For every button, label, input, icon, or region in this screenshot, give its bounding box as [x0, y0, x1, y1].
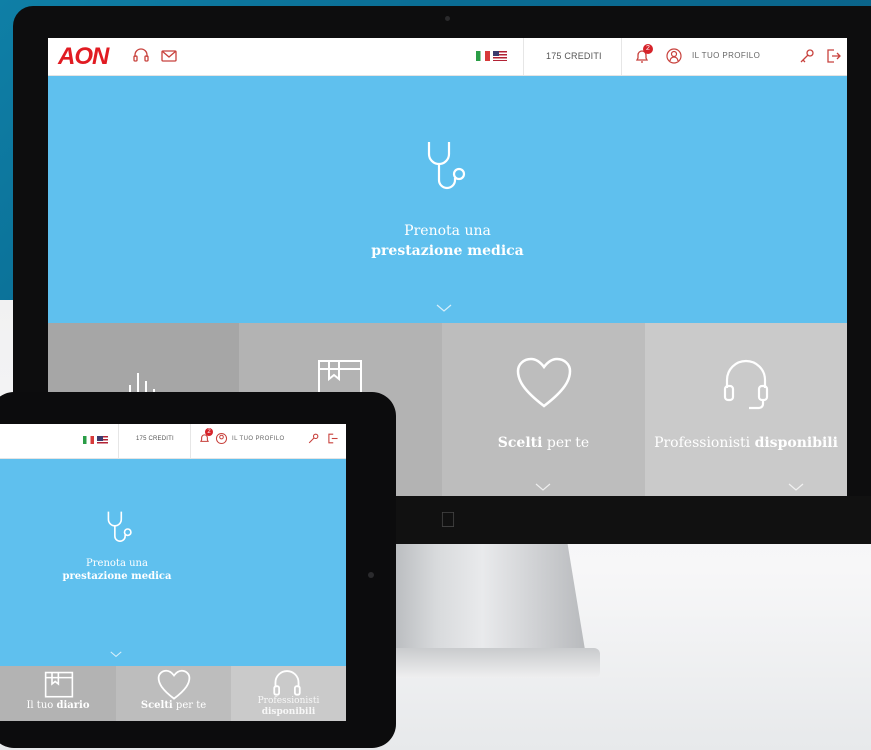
diary-icon — [44, 671, 74, 698]
mail-icon[interactable] — [160, 47, 178, 65]
chevron-down-icon[interactable] — [788, 483, 804, 492]
ipad-camera — [368, 572, 374, 578]
logout-icon[interactable] — [326, 432, 339, 445]
profile-link[interactable]: IL TUO PROFILO — [232, 436, 285, 442]
book-medical-service-banner[interactable]: Prenota una prestazione medica — [0, 459, 346, 666]
profile-link[interactable]: IL TUO PROFILO — [692, 51, 760, 60]
tablet-app-screen: 175 CREDITI 2 IL TUO PROFILO Prenota una… — [0, 424, 346, 721]
tile-label-chosen: Scelti per te — [140, 700, 207, 711]
user-icon[interactable] — [665, 47, 683, 65]
language-selector[interactable] — [476, 51, 510, 69]
flag-italy-icon[interactable] — [476, 51, 490, 61]
header-divider — [118, 424, 119, 458]
desktop-header: AON 175 CREDITI 2 IL TUO PROFILO — [48, 38, 847, 76]
tablet-header: 175 CREDITI 2 IL TUO PROFILO — [0, 424, 346, 459]
key-icon[interactable] — [307, 432, 320, 445]
flag-us-icon[interactable] — [493, 51, 507, 61]
hero-line-2: prestazione medica — [371, 243, 524, 259]
chevron-down-icon[interactable] — [535, 483, 551, 492]
tile-available-professionals[interactable]: Professionisti disponibili — [231, 666, 346, 721]
chevron-down-icon[interactable] — [110, 651, 122, 658]
notification-badge: 2 — [205, 428, 213, 436]
apple-logo-icon:  — [433, 505, 463, 535]
book-medical-service-banner[interactable]: Prenota una prestazione medica — [48, 76, 847, 323]
credits-label[interactable]: 175 CREDITI — [136, 436, 174, 442]
headset-icon — [723, 359, 769, 410]
credits-label[interactable]: 175 CREDITI — [546, 51, 602, 61]
imac-camera — [445, 16, 450, 21]
stethoscope-icon — [107, 511, 132, 542]
tile-available-professionals[interactable]: Professionisti disponibili — [645, 323, 847, 496]
heart-icon — [516, 357, 572, 408]
user-icon[interactable] — [215, 432, 228, 445]
tile-label-professionals: Professionisti disponibili — [257, 696, 320, 717]
tile-chosen-for-you[interactable]: Scelti per te — [116, 666, 231, 721]
hero-line-1: Prenota una — [86, 558, 148, 569]
hero-line-1: Prenota una — [404, 223, 491, 239]
aon-logo[interactable]: AON — [58, 43, 109, 71]
tile-label-diary: Il tuo diario — [26, 700, 90, 711]
tile-label-professionals: Professionisti disponibili — [654, 435, 838, 451]
tile-diary[interactable]: Il tuo diario — [0, 666, 116, 721]
stethoscope-icon — [427, 142, 466, 190]
headset-icon[interactable] — [132, 47, 150, 65]
hero-line-2: prestazione medica — [62, 571, 172, 582]
chevron-down-icon[interactable] — [436, 304, 452, 313]
language-selector[interactable] — [83, 436, 111, 454]
heart-icon — [157, 669, 191, 700]
key-icon[interactable] — [798, 47, 816, 65]
tile-label-chosen: Scelti per te — [497, 435, 590, 451]
tile-chosen-for-you[interactable]: Scelti per te — [442, 323, 645, 496]
flag-italy-icon[interactable] — [83, 436, 94, 444]
logout-icon[interactable] — [824, 47, 842, 65]
header-divider — [523, 38, 524, 75]
header-divider — [621, 38, 622, 75]
notification-badge: 2 — [643, 44, 653, 54]
header-divider — [190, 424, 191, 458]
flag-us-icon[interactable] — [97, 436, 108, 444]
